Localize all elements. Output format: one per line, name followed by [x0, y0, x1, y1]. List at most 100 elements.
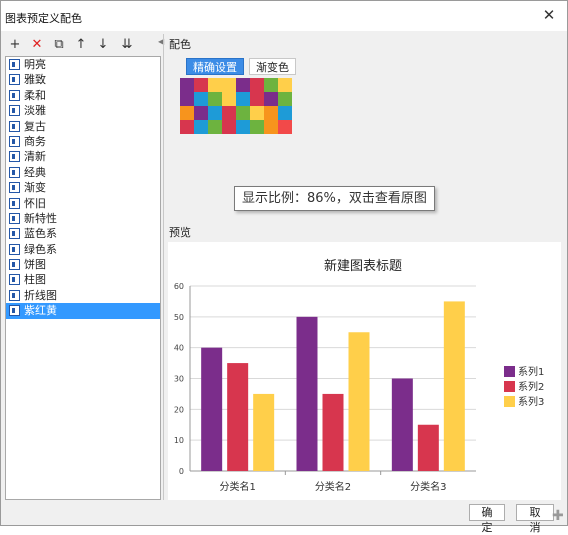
scheme-label: 淡雅 [24, 104, 46, 118]
zoom-tooltip: 显示比例：86%，双击查看原图 [234, 186, 435, 211]
color-swatch[interactable] [236, 92, 250, 106]
color-swatch[interactable] [236, 78, 250, 92]
legend-label: 系列2 [518, 380, 544, 393]
cancel-button[interactable]: 取消 [516, 504, 554, 534]
color-swatch[interactable] [250, 120, 264, 134]
scheme-list-item[interactable]: 商务 [6, 134, 160, 149]
scheme-list-item[interactable]: 怀旧 [6, 196, 160, 211]
color-section-label: 配色 [169, 38, 191, 51]
legend-swatch [504, 396, 515, 407]
scheme-list-item[interactable]: 清新 [6, 149, 160, 164]
scheme-icon [9, 135, 20, 147]
ok-button[interactable]: 确定 [469, 504, 505, 534]
color-swatch[interactable] [236, 106, 250, 120]
color-swatch[interactable] [194, 78, 208, 92]
color-swatch[interactable] [264, 78, 278, 92]
bar [253, 393, 275, 471]
close-icon[interactable]: ✕ [539, 5, 559, 25]
scheme-label: 蓝色系 [24, 227, 57, 241]
scheme-label: 绿色系 [24, 242, 57, 256]
scheme-label: 饼图 [24, 258, 46, 272]
scheme-list-item[interactable]: 淡雅 [6, 103, 160, 118]
legend-swatch [504, 366, 515, 377]
scheme-icon [9, 120, 20, 132]
scheme-list-item[interactable]: 折线图 [6, 288, 160, 303]
scheme-list-item[interactable]: 雅致 [6, 72, 160, 87]
scheme-label: 清新 [24, 150, 46, 164]
bar [296, 316, 318, 471]
scheme-list-item[interactable]: 柱图 [6, 272, 160, 287]
copy-icon[interactable]: ⧉ [51, 36, 67, 54]
color-swatch[interactable] [278, 78, 292, 92]
color-swatch[interactable] [236, 120, 250, 134]
x-category-label: 分类名1 [219, 480, 255, 493]
bar [443, 301, 465, 471]
color-swatch[interactable] [222, 92, 236, 106]
delete-icon[interactable]: ✕ [29, 36, 45, 54]
scheme-icon [9, 259, 20, 271]
y-tick-label: 0 [179, 467, 184, 476]
color-swatch[interactable] [278, 120, 292, 134]
scheme-icon [9, 274, 20, 286]
tab-precise-settings[interactable]: 精确设置 [186, 58, 244, 75]
color-swatch[interactable] [278, 106, 292, 120]
move-down-icon[interactable]: ↓ [95, 36, 111, 54]
scheme-label: 经典 [24, 165, 46, 179]
y-tick-label: 10 [174, 436, 184, 445]
color-swatch[interactable] [194, 92, 208, 106]
y-tick-label: 60 [174, 282, 184, 291]
scheme-label: 雅致 [24, 73, 46, 87]
scheme-list-item[interactable]: 新特性 [6, 211, 160, 226]
scheme-list-item[interactable]: 紫红黄 [6, 303, 160, 319]
scheme-list-item[interactable]: 饼图 [6, 257, 160, 272]
color-swatch[interactable] [180, 106, 194, 120]
collapse-arrow-icon[interactable]: ◀ [158, 36, 166, 48]
color-swatch[interactable] [194, 106, 208, 120]
bar [391, 378, 413, 471]
x-category-label: 分类名3 [410, 480, 446, 493]
scheme-list-item[interactable]: 蓝色系 [6, 226, 160, 241]
scheme-icon [9, 166, 20, 178]
color-swatch[interactable] [208, 78, 222, 92]
scheme-label: 柔和 [24, 88, 46, 102]
scheme-list-item[interactable]: 明亮 [6, 57, 160, 72]
move-bottom-icon[interactable]: ⇊ [119, 36, 135, 54]
color-swatch[interactable] [250, 106, 264, 120]
scheme-list-item[interactable]: 绿色系 [6, 242, 160, 257]
color-swatch[interactable] [208, 106, 222, 120]
color-swatch[interactable] [222, 120, 236, 134]
tab-gradient[interactable]: 渐变色 [249, 58, 296, 75]
legend-label: 系列1 [518, 365, 544, 378]
bar [417, 424, 439, 471]
color-swatch[interactable] [278, 92, 292, 106]
title-bar: 图表预定义配色 ✕ [1, 1, 567, 31]
scheme-list-item[interactable]: 复古 [6, 119, 160, 134]
color-swatch[interactable] [264, 120, 278, 134]
color-swatch[interactable] [194, 120, 208, 134]
color-swatch[interactable] [222, 106, 236, 120]
scheme-label: 折线图 [24, 288, 57, 302]
scheme-list-item[interactable]: 柔和 [6, 88, 160, 103]
scheme-icon [9, 151, 20, 163]
add-icon[interactable]: + [7, 36, 23, 54]
color-swatch[interactable] [208, 120, 222, 134]
chart-preview: 新建图表标题 0 10 20 30 40 50 60 分类名1 分类名2 分类名3 系列1 系列2 系列3 [168, 242, 561, 500]
color-swatch[interactable] [264, 106, 278, 120]
scheme-icon [9, 289, 20, 301]
color-swatch[interactable] [180, 120, 194, 134]
x-category-label: 分类名2 [315, 480, 351, 493]
color-swatch[interactable] [180, 92, 194, 106]
panel-divider[interactable] [163, 34, 164, 500]
move-up-icon[interactable]: ↑ [73, 36, 89, 54]
color-swatch[interactable] [264, 92, 278, 106]
color-swatch[interactable] [208, 92, 222, 106]
color-swatch[interactable] [250, 78, 264, 92]
scheme-label: 柱图 [24, 273, 46, 287]
color-swatch[interactable] [180, 78, 194, 92]
y-tick-label: 50 [174, 313, 184, 322]
scheme-list-item[interactable]: 渐变 [6, 180, 160, 195]
color-swatch[interactable] [250, 92, 264, 106]
scheme-list-item[interactable]: 经典 [6, 165, 160, 180]
resize-grip-icon[interactable]: ✚ [552, 509, 564, 523]
color-swatch[interactable] [222, 78, 236, 92]
